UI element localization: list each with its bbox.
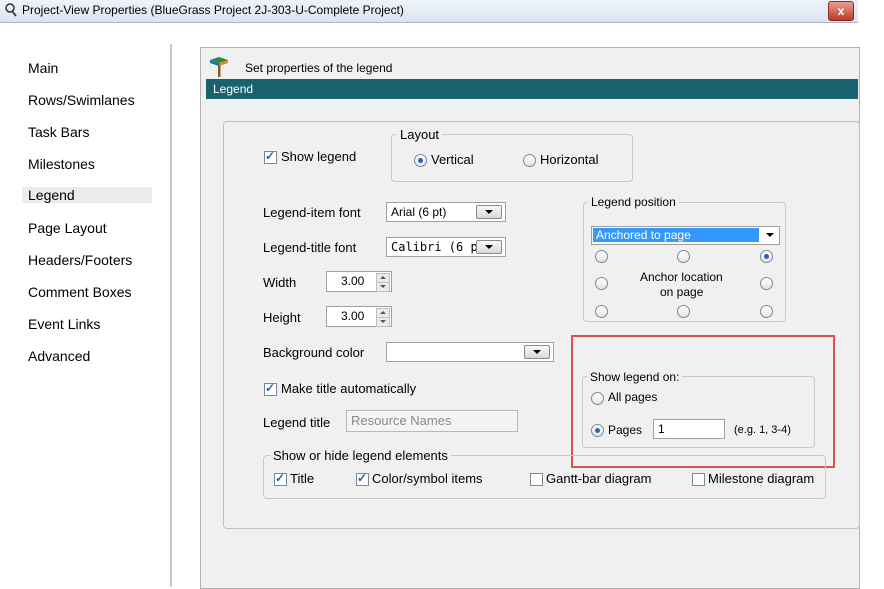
height-value: 3.00 [341,309,365,323]
anchor-location-label: Anchor location [640,270,723,284]
anchor-middle-right-radio[interactable] [760,277,773,290]
pages-input[interactable]: 1 [653,419,725,439]
sidebar-item-main[interactable]: Main [28,60,58,76]
layout-horizontal-radio[interactable] [523,154,536,167]
chevron-down-icon[interactable] [524,345,550,359]
legend-title-font-select[interactable]: Calibri (6 pt) [386,237,506,257]
legend-title-font-label: Legend-title font [263,240,357,255]
show-legend-checkbox[interactable] [264,149,277,164]
sidebar-item-page-layout[interactable]: Page Layout [28,220,107,236]
pages-value: 1 [658,422,665,436]
sidebar-item-headers-footers[interactable]: Headers/Footers [28,252,132,268]
milestone-diagram-label: Milestone diagram [708,471,815,486]
properties-icon [5,3,17,17]
legend-sign-icon [210,57,228,77]
legend-item-font-select[interactable]: Arial (6 pt) [386,202,506,222]
legend-title-value: Resource Names [351,413,452,428]
legend-position-value: Anchored to page [593,228,759,242]
gantt-bar-label: Gantt-bar diagram [546,471,652,486]
color-symbol-checkbox[interactable] [356,471,369,486]
width-value: 3.00 [341,274,365,288]
chevron-down-icon[interactable] [476,240,502,254]
anchor-bottom-left-radio[interactable] [595,305,608,318]
gantt-bar-checkbox[interactable] [530,473,543,486]
color-symbol-label: Color/symbol items [372,471,483,486]
legend-title-label: Legend title [263,415,331,430]
all-pages-radio[interactable] [591,392,604,405]
anchor-bottom-right-radio[interactable] [760,305,773,318]
section-band: Legend [206,79,858,99]
anchor-top-left-radio[interactable] [595,250,608,263]
legend-position-select[interactable]: Anchored to page [591,226,780,245]
sidebar-item-rows-swimlanes[interactable]: Rows/Swimlanes [28,92,135,108]
layout-vertical-label: Vertical [431,152,474,167]
pages-label: Pages [608,423,643,437]
layout-group-title: Layout [397,127,443,142]
sidebar-item-task-bars[interactable]: Task Bars [28,124,89,140]
layout-horizontal-label: Horizontal [540,152,599,167]
anchor-location-label-2: on page [660,285,704,299]
sidebar-item-milestones[interactable]: Milestones [28,156,95,172]
width-label: Width [263,275,297,290]
pages-radio[interactable] [591,424,604,437]
background-color-label: Background color [263,345,365,360]
legend-elements-title: Show or hide legend elements [270,448,451,463]
all-pages-label: All pages [608,390,658,404]
pages-hint: (e.g. 1, 3-4) [734,424,791,436]
title-bar: Project-View Properties (BlueGrass Proje… [0,0,858,23]
make-title-checkbox[interactable] [264,381,277,396]
height-label: Height [263,310,301,325]
anchor-middle-left-radio[interactable] [595,277,608,290]
sidebar-item-comment-boxes[interactable]: Comment Boxes [28,284,131,300]
sidebar-item-legend[interactable]: Legend [22,187,152,203]
spin-down-icon[interactable] [376,317,390,327]
background-color-select[interactable] [386,342,554,362]
chevron-down-icon[interactable] [766,233,774,237]
make-title-label: Make title automatically [281,381,417,396]
window-title: Project-View Properties (BlueGrass Proje… [22,3,404,17]
sidebar-item-advanced[interactable]: Advanced [28,348,90,364]
chevron-down-icon[interactable] [476,205,502,219]
title-element-checkbox[interactable] [274,471,287,486]
legend-item-font-label: Legend-item font [263,205,361,220]
legend-item-font-value: Arial (6 pt) [391,205,447,219]
legend-title-input[interactable]: Resource Names [346,410,518,432]
height-stepper[interactable]: 3.00 [326,306,392,327]
anchor-top-center-radio[interactable] [677,250,690,263]
anchor-top-right-radio[interactable] [760,250,773,263]
close-button[interactable]: x [828,1,854,21]
section-subtitle: Set properties of the legend [245,61,393,75]
spin-down-icon[interactable] [376,282,390,292]
width-stepper[interactable]: 3.00 [326,271,392,292]
layout-vertical-radio[interactable] [414,154,427,167]
show-legend-on-title: Show legend on: [587,370,683,384]
section-band-title: Legend [213,82,254,96]
torn-edge-decoration [862,0,884,587]
title-element-label: Title [290,471,315,486]
legend-position-title: Legend position [588,195,679,209]
anchor-bottom-center-radio[interactable] [677,305,690,318]
sidebar-item-event-links[interactable]: Event Links [28,316,100,332]
milestone-diagram-checkbox[interactable] [692,473,705,486]
show-legend-label: Show legend [281,149,357,164]
